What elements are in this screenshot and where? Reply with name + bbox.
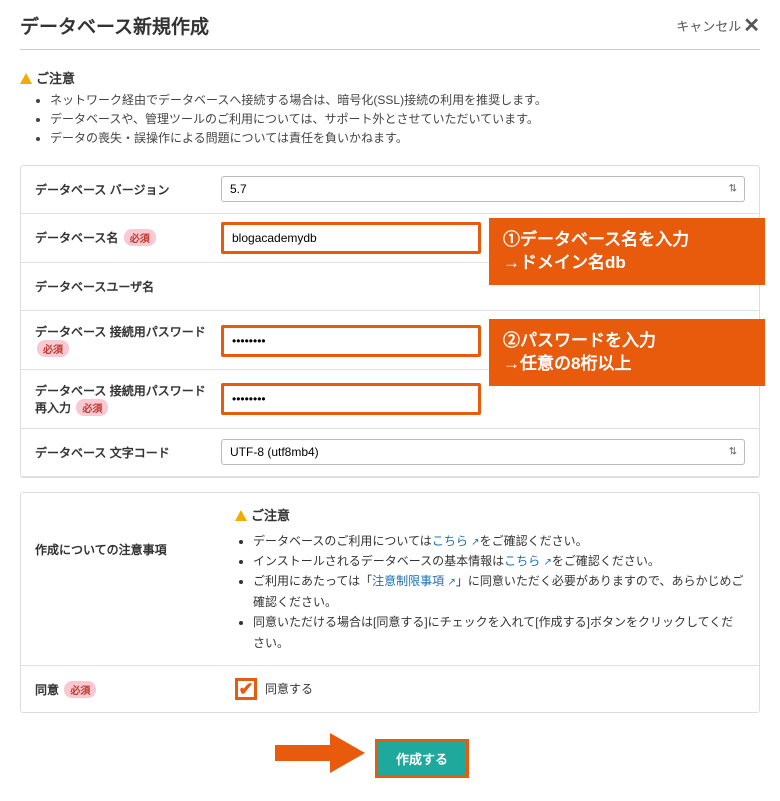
- create-button[interactable]: 作成する: [375, 739, 469, 778]
- pass-input[interactable]: [224, 328, 478, 354]
- notice-item: データベースや、管理ツールのご利用については、サポート外とさせていただいています…: [50, 110, 760, 129]
- annotation-dbname: ①データベース名を入力 →ドメイン名db: [489, 218, 765, 286]
- annotation-password: ②パスワードを入力 →任意の8桁以上: [489, 319, 765, 387]
- close-icon: ✕: [743, 16, 760, 36]
- terms-link[interactable]: 注意制限事項 ↗: [372, 574, 456, 588]
- pass2-highlight: [221, 383, 481, 415]
- arrow-icon: [275, 731, 365, 775]
- notice-heading: ご注意: [20, 68, 760, 87]
- external-link-icon: ↗: [544, 557, 552, 568]
- version-label: データベース バージョン: [21, 169, 221, 210]
- dbname-highlight: [221, 222, 481, 254]
- required-badge: 必須: [76, 399, 108, 416]
- cancel-label: キャンセル: [676, 16, 741, 35]
- form-table: データベース バージョン 5.7 データベース名 必須 データベー: [20, 165, 760, 478]
- warning-icon: [235, 510, 247, 521]
- required-badge: 必須: [64, 681, 96, 698]
- external-link-icon: ↗: [471, 537, 479, 548]
- pass-label: データベース 接続用パスワード 必須: [21, 311, 221, 369]
- pass-highlight: [221, 325, 481, 357]
- check-icon: ✔: [238, 680, 253, 698]
- agree-text: 同意する: [265, 679, 313, 699]
- dbname-input[interactable]: [224, 225, 478, 251]
- caution-item: データベースのご利用についてはこちら ↗をご確認ください。: [253, 531, 745, 551]
- cancel-button[interactable]: キャンセル ✕: [676, 16, 760, 36]
- page-title: データベース新規作成: [20, 12, 209, 39]
- agree-checkbox[interactable]: ✔: [235, 678, 257, 700]
- agree-label: 同意 必須: [21, 667, 221, 712]
- required-badge: 必須: [124, 229, 156, 246]
- charset-select[interactable]: UTF-8 (utf8mb4): [221, 439, 745, 465]
- caution-item: ご利用にあたっては「注意制限事項 ↗」に同意いただく必要がありますので、あらかじ…: [253, 571, 745, 612]
- required-badge: 必須: [37, 340, 69, 357]
- caution-item: 同意いただける場合は[同意する]にチェックを入れて[作成する]ボタンをクリックし…: [253, 612, 745, 653]
- lower-caution-heading: ご注意: [235, 505, 745, 527]
- dbuser-label: データベースユーザ名: [21, 266, 221, 307]
- external-link-icon: ↗: [448, 577, 456, 588]
- dbname-label: データベース名 必須: [21, 217, 221, 258]
- warning-icon: [20, 73, 32, 84]
- notice-item: データの喪失・誤操作による問題については責任を負いかねます。: [50, 129, 760, 148]
- notice-list: ネットワーク経由でデータベースへ接続する場合は、暗号化(SSL)接続の利用を推奨…: [20, 91, 760, 149]
- lower-block: 作成についての注意事項 ご注意 データベースのご利用についてはこちら ↗をご確認…: [20, 492, 760, 713]
- pass2-label: データベース 接続用パスワード再入力 必須: [21, 370, 221, 428]
- notice-item: ネットワーク経由でデータベースへ接続する場合は、暗号化(SSL)接続の利用を推奨…: [50, 91, 760, 110]
- version-select[interactable]: 5.7: [221, 176, 745, 202]
- caution-item: インストールされるデータベースの基本情報はこちら ↗をご確認ください。: [253, 551, 745, 571]
- charset-label: データベース 文字コード: [21, 432, 221, 473]
- caution-items-label: 作成についての注意事項: [21, 493, 221, 572]
- info-link[interactable]: こちら ↗: [504, 554, 552, 568]
- pass2-input[interactable]: [224, 386, 478, 412]
- help-link[interactable]: こちら ↗: [432, 534, 480, 548]
